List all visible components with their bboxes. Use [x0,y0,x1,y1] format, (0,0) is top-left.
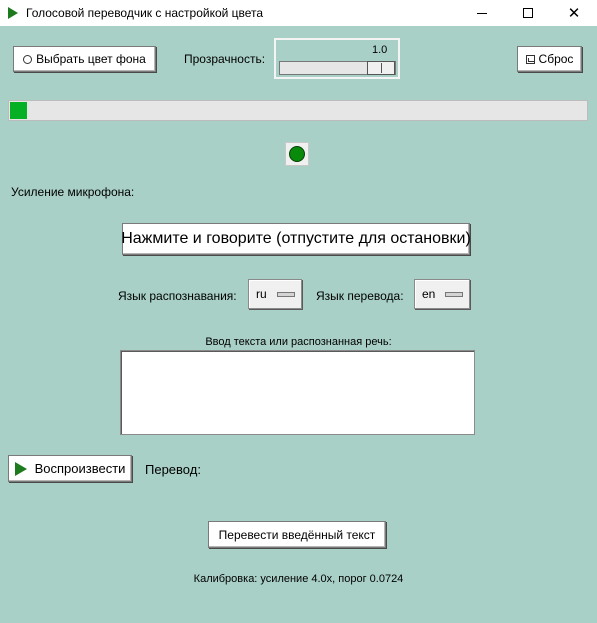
calibration-status: Калибровка: усиление 4.0x, порог 0.0724 [193,573,404,585]
input-label: Ввод текста или распознанная речь: [205,336,392,348]
scale-slider-handle[interactable] [367,61,395,75]
mic-level-bar [8,100,588,121]
recognition-language-value: ru [256,287,267,301]
dropdown-indicator-icon [445,292,463,297]
reset-label: Сброс [538,52,574,66]
mic-gain-label: Усиление микрофона: [11,185,135,199]
choose-color-button[interactable]: Выбрать цвет фона [13,46,156,72]
reset-icon [525,54,535,64]
translation-language-select[interactable]: en [414,279,470,309]
app-play-icon [8,7,18,19]
play-button[interactable]: Воспроизвести [8,455,132,482]
minimize-icon [477,12,487,14]
translation-language-value: en [422,287,436,301]
dropdown-indicator-icon [277,292,295,297]
translate-text-button[interactable]: Перевести введённый текст [208,521,386,548]
status-indicator-icon [289,146,305,162]
play-icon [14,461,27,476]
transparency-label: Прозрачность: [184,52,266,66]
minimize-button[interactable] [459,0,505,26]
recognition-language-select[interactable]: ru [248,279,302,309]
recognition-language-label: Язык распознавания: [118,289,237,303]
palette-icon [23,54,33,64]
transparency-scale[interactable]: 1.0 [274,38,400,79]
close-icon: ✕ [567,4,581,22]
maximize-icon [523,8,533,18]
push-to-talk-button[interactable]: Нажмите и говорите (отпустите для остано… [121,223,471,255]
status-indicator-box [285,142,309,166]
choose-color-label: Выбрать цвет фона [36,52,146,66]
reset-button[interactable]: Сброс [517,46,582,72]
window-title: Голосовой переводчик с настройкой цвета [26,6,264,20]
play-label: Воспроизвести [34,461,126,476]
translation-output-label: Перевод: [145,462,201,477]
maximize-button[interactable] [505,0,551,26]
mic-level-fill [10,102,27,119]
translation-language-label: Язык перевода: [316,289,404,303]
speech-text-input[interactable] [120,350,475,435]
transparency-value: 1.0 [372,44,388,56]
close-button[interactable]: ✕ [551,0,597,26]
